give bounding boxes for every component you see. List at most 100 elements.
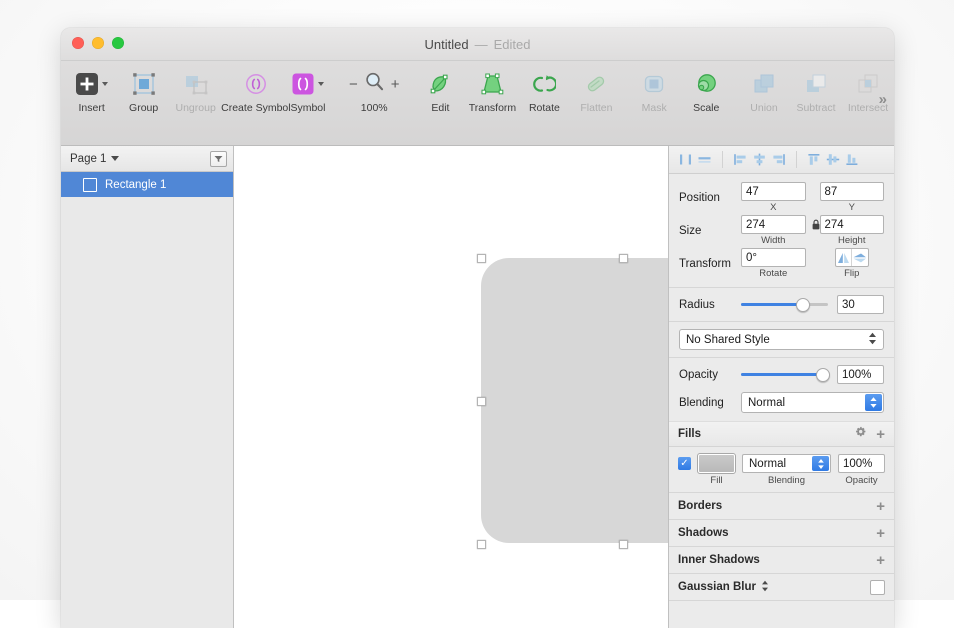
align-left-icon[interactable] [732,151,749,168]
add-shadow-button[interactable]: + [876,526,885,541]
toolbar-scale[interactable]: Scale [680,67,732,114]
align-center-icon[interactable] [751,151,768,168]
toolbar-label: Union [750,102,777,114]
inner-shadows-section-header[interactable]: Inner Shadows + [669,547,894,574]
toolbar-edit[interactable]: Edit [414,67,466,114]
lock-icon[interactable] [812,219,820,233]
filter-icon[interactable] [210,151,227,167]
toolbar-create-symbol[interactable]: Create Symbol [230,67,282,114]
gaussian-blur-title: Gaussian Blur [678,581,756,593]
position-y-sublabel: Y [849,202,855,213]
toolbar-label: Rotate [529,102,560,114]
position-x-sublabel: X [770,202,776,213]
align-middle-icon[interactable] [825,151,842,168]
size-row: Size Width Height [679,215,884,246]
toolbar-mask: Mask [628,67,680,114]
align-top-icon[interactable] [806,151,823,168]
radius-row: Radius [669,288,894,322]
resize-handle-bottom-center[interactable] [619,540,628,549]
align-right-icon[interactable] [770,151,787,168]
up-down-stepper-icon[interactable] [761,580,769,595]
shadows-title: Shadows [678,527,728,539]
toolbar-label: Group [129,102,158,114]
toolbar-flatten: Flatten [570,67,622,114]
fill-blending-select[interactable]: Normal [742,454,831,473]
toolbar-group[interactable]: Group [118,67,170,114]
up-down-stepper-icon[interactable] [868,332,877,348]
toolbar-label: Flatten [580,102,612,114]
toolbar-transform[interactable]: Transform [466,67,518,114]
window-titlebar: Untitled — Edited [61,28,894,61]
flip-horizontal-icon[interactable] [836,249,851,266]
position-label: Position [679,192,741,204]
magnifier-icon[interactable] [364,71,385,97]
shared-style-row: No Shared Style [669,322,894,358]
blending-row: Blending Normal [669,387,894,421]
gaussian-blur-checkbox[interactable] [870,580,885,595]
gear-icon[interactable] [854,426,867,442]
canvas-rectangle-shape[interactable] [481,258,668,543]
toolbar-union: Union [738,67,790,114]
list-item[interactable]: Rectangle 1 [61,172,233,197]
fill-blending-sublabel: Blending [768,475,805,486]
distribute-v-icon[interactable] [696,151,713,168]
borders-section-header[interactable]: Borders + [669,493,894,520]
add-fill-button[interactable]: + [876,427,885,442]
resize-handle-top-center[interactable] [619,254,628,263]
edit-vector-icon [428,67,452,101]
size-width-input[interactable] [741,215,806,234]
alignment-toolbar [669,146,894,174]
flip-sublabel: Flip [844,268,859,279]
flip-vertical-icon[interactable] [851,249,868,266]
size-height-input[interactable] [820,215,885,234]
document-edited-state: Edited [494,37,531,52]
distribute-h-icon[interactable] [677,151,694,168]
group-icon [131,67,157,101]
resize-handle-middle-left[interactable] [477,397,486,406]
blending-value: Normal [748,397,785,409]
gaussian-blur-section-header[interactable]: Gaussian Blur [669,574,894,601]
position-x-input[interactable] [741,182,806,201]
fill-color-swatch[interactable] [698,454,735,473]
design-canvas[interactable] [234,146,668,628]
toolbar-label: Ungroup [176,102,216,114]
toolbar-rotate[interactable]: Rotate [518,67,570,114]
opacity-row: Opacity [669,358,894,387]
up-down-stepper-icon[interactable] [812,456,829,471]
radius-input[interactable] [837,295,884,314]
page-selector-bar[interactable]: Page 1 [61,146,233,172]
blending-select[interactable]: Normal [741,392,884,413]
up-down-stepper-icon[interactable] [865,394,882,411]
add-border-button[interactable]: + [876,499,885,514]
add-inner-shadow-button[interactable]: + [876,553,885,568]
rotate-input[interactable] [741,248,806,267]
shadows-section-header[interactable]: Shadows + [669,520,894,547]
resize-handle-top-left[interactable] [477,254,486,263]
align-bottom-icon[interactable] [844,151,861,168]
shared-style-select[interactable]: No Shared Style [679,329,884,350]
toolbar-symbol[interactable]: Symbol [282,67,334,114]
toolbar-label: Subtract [796,102,835,114]
resize-handle-bottom-left[interactable] [477,540,486,549]
position-row: Position X Y [679,182,884,213]
fill-opacity-input[interactable] [838,454,885,473]
toolbar-label: Edit [431,102,449,114]
toolbar-insert[interactable]: Insert [66,67,118,114]
insert-plus-icon [75,67,108,101]
toolbar-ungroup: Ungroup [170,67,222,114]
symbol-icon [291,67,324,101]
toolbar-label: Create Symbol [221,102,290,114]
radius-slider[interactable] [741,298,828,312]
rectangle-shape-icon [83,178,97,192]
opacity-input[interactable] [837,365,884,384]
toolbar-overflow-button[interactable]: » [879,91,887,108]
opacity-slider[interactable] [741,368,828,382]
page-name-label: Page 1 [70,153,106,165]
inspector-panel: Position X Y Size [668,146,894,628]
position-y-input[interactable] [820,182,885,201]
fill-enabled-checkbox[interactable]: ✓ [678,457,691,470]
toolbar-zoom-control[interactable]: − + 100% [341,67,408,114]
zoom-in-button[interactable]: + [391,77,400,92]
chevron-down-icon[interactable] [111,156,119,161]
zoom-out-button[interactable]: − [349,77,358,92]
